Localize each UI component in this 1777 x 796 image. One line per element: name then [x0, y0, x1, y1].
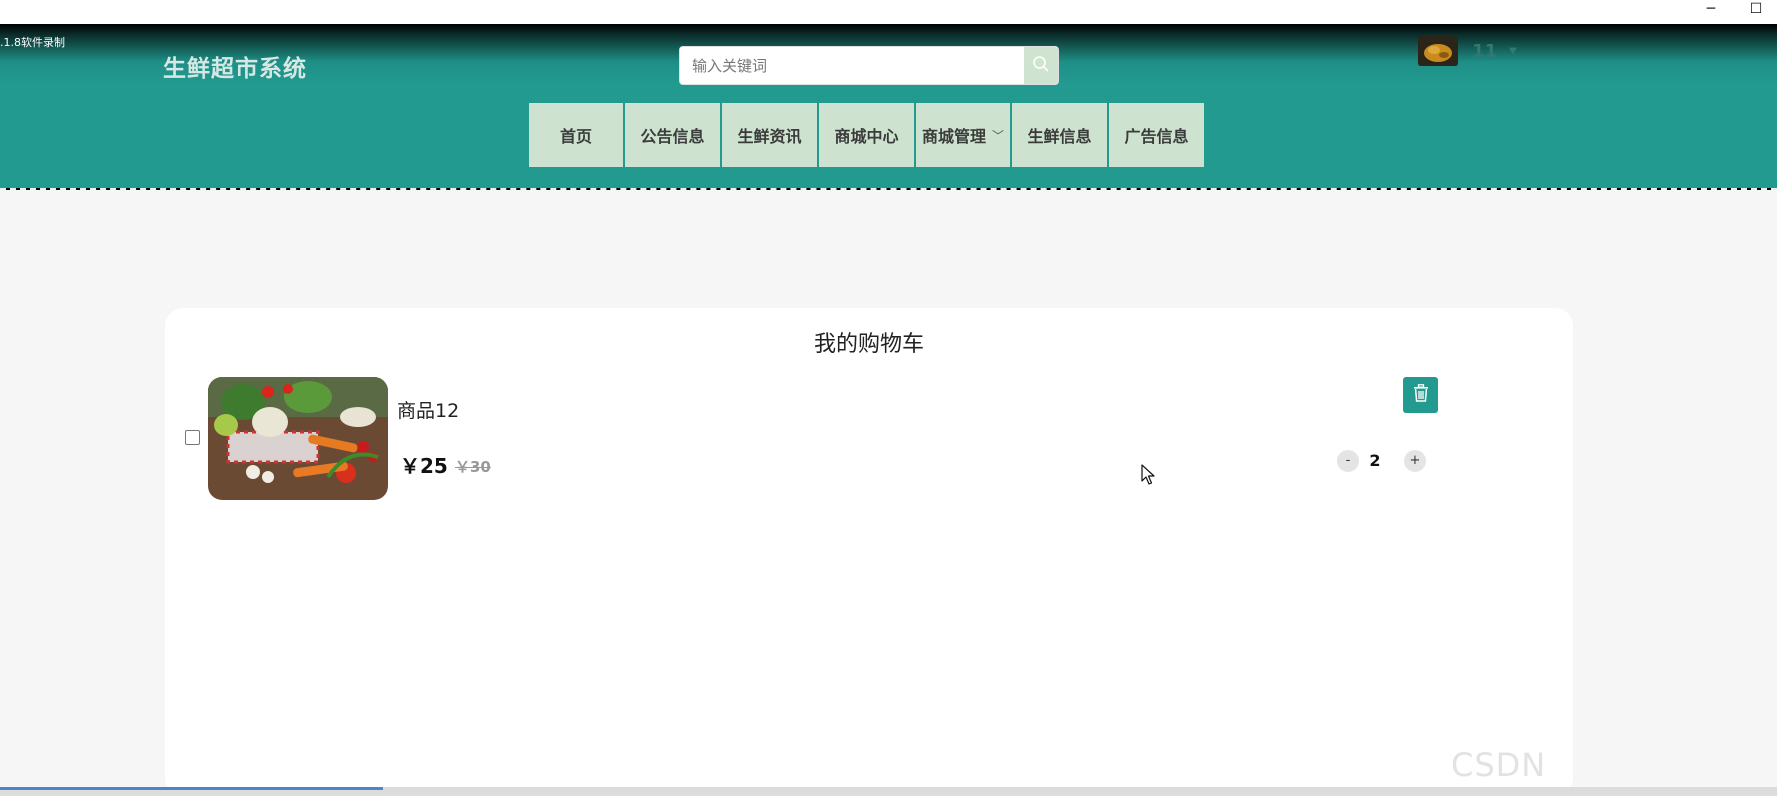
quantity-increase-button[interactable]: + [1404, 450, 1426, 472]
nav-item-label: 首页 [559, 127, 592, 146]
user-name: 11 [1472, 40, 1498, 62]
trash-icon [1413, 384, 1429, 406]
product-original-price: ￥30 [455, 458, 491, 476]
main-nav: 首页 公告信息 生鲜资讯 商城中心 商城管理 ﹀ 生鲜信息 广告信息 [529, 103, 1206, 167]
search-input[interactable] [680, 47, 1025, 84]
quantity-decrease-button[interactable]: - [1337, 450, 1359, 472]
recorder-label: .1.8软件录制 [0, 36, 65, 49]
search-icon [1032, 55, 1050, 77]
nav-item-label: 商城管理 [921, 127, 986, 146]
maximize-button[interactable]: ☐ [1741, 0, 1771, 20]
minimize-button[interactable]: ─ [1696, 0, 1726, 20]
item-checkbox[interactable] [185, 430, 200, 445]
avatar [1418, 36, 1458, 66]
nav-item-fresh-info[interactable]: 生鲜信息 [1012, 103, 1107, 167]
nav-item-ads[interactable]: 广告信息 [1109, 103, 1204, 167]
page-title: 我的购物车 [813, 332, 924, 357]
nav-item-label: 广告信息 [1124, 127, 1189, 146]
nav-item-label: 生鲜资讯 [737, 127, 802, 146]
scrollbar-thumb[interactable] [0, 787, 383, 790]
nav-item-news[interactable]: 生鲜资讯 [722, 103, 817, 167]
nav-item-label: 生鲜信息 [1027, 127, 1092, 146]
chevron-down-icon: ▼ [1509, 45, 1517, 57]
user-menu[interactable]: 11 ▼ [1418, 34, 1517, 68]
nav-item-label: 公告信息 [640, 127, 705, 146]
nav-item-home[interactable]: 首页 [529, 103, 623, 167]
quantity-value: 2 [1369, 451, 1381, 470]
nav-item-label: 商城中心 [834, 127, 899, 146]
site-title: 生鲜超市系统 [163, 56, 307, 82]
bottom-scrollbar[interactable] [0, 787, 1777, 796]
nav-item-mall-manage[interactable]: 商城管理 ﹀ [916, 103, 1010, 167]
chevron-down-icon: ﹀ [992, 128, 1005, 143]
window-titlebar: ─ ☐ [0, 0, 1777, 24]
delete-button[interactable] [1403, 377, 1438, 413]
product-price: ￥25 [400, 454, 448, 478]
search-box [679, 46, 1059, 85]
search-button[interactable] [1024, 47, 1058, 84]
product-image[interactable] [208, 377, 388, 500]
product-name: 商品12 [397, 400, 460, 422]
mouse-cursor-icon [1141, 464, 1157, 486]
nav-item-mall[interactable]: 商城中心 [819, 103, 914, 167]
nav-item-notices[interactable]: 公告信息 [625, 103, 720, 167]
site-header: .1.8软件录制 生鲜超市系统 11 ▼ 首页 公告信息 生鲜资讯 商城中心 商… [0, 24, 1777, 190]
cart-panel: 我的购物车 商品12 ￥25 ￥30 - 2 + [165, 308, 1573, 796]
